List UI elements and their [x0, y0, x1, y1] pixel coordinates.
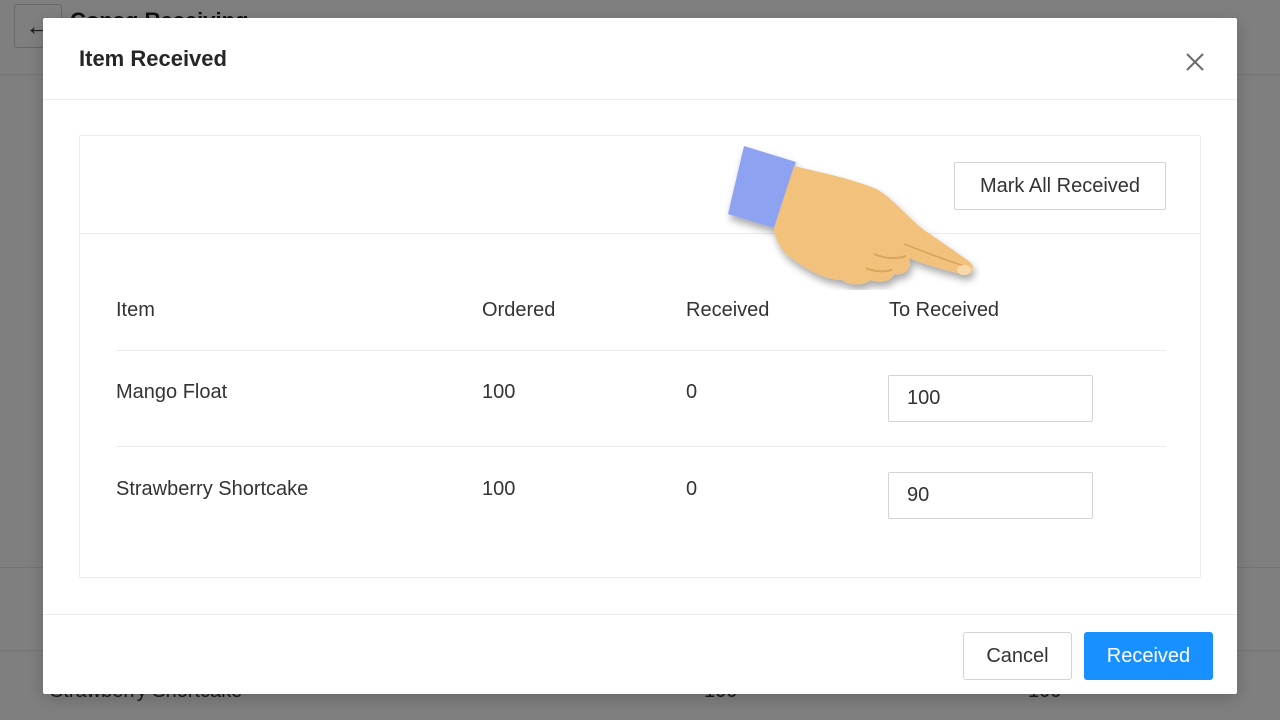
column-header-item: Item	[116, 299, 155, 321]
row-ordered-qty: 100	[482, 381, 516, 403]
column-header-received: Received	[686, 299, 770, 321]
modal-header: Item Received	[43, 18, 1237, 100]
row-received-qty: 0	[686, 478, 698, 500]
cancel-button[interactable]: Cancel	[963, 632, 1072, 680]
items-card: Mark All Received Item Ordered Received …	[79, 135, 1201, 578]
row-item-name: Mango Float	[116, 381, 228, 403]
modal-footer: Cancel Received	[43, 614, 1237, 694]
mark-all-received-button[interactable]: Mark All Received	[954, 162, 1166, 210]
item-received-modal: Item Received Mark All Received Item Ord…	[43, 18, 1237, 694]
card-toolbar: Mark All Received	[80, 136, 1200, 234]
modal-title: Item Received	[79, 46, 227, 71]
row-received-qty: 0	[686, 381, 698, 403]
to-receive-input[interactable]	[888, 472, 1093, 519]
column-header-ordered: Ordered	[482, 299, 556, 321]
row-item-name: Strawberry Shortcake	[116, 478, 309, 500]
to-receive-input[interactable]	[888, 375, 1093, 422]
table-row: Strawberry Shortcake 100 0	[116, 448, 1166, 544]
row-ordered-qty: 100	[482, 478, 516, 500]
table-row: Mango Float 100 0	[116, 351, 1166, 447]
table-header-row: Item Ordered Received To Received	[116, 271, 1166, 351]
column-header-to-received: To Received	[889, 299, 1000, 321]
received-button[interactable]: Received	[1084, 632, 1213, 680]
close-icon[interactable]	[1179, 46, 1211, 78]
